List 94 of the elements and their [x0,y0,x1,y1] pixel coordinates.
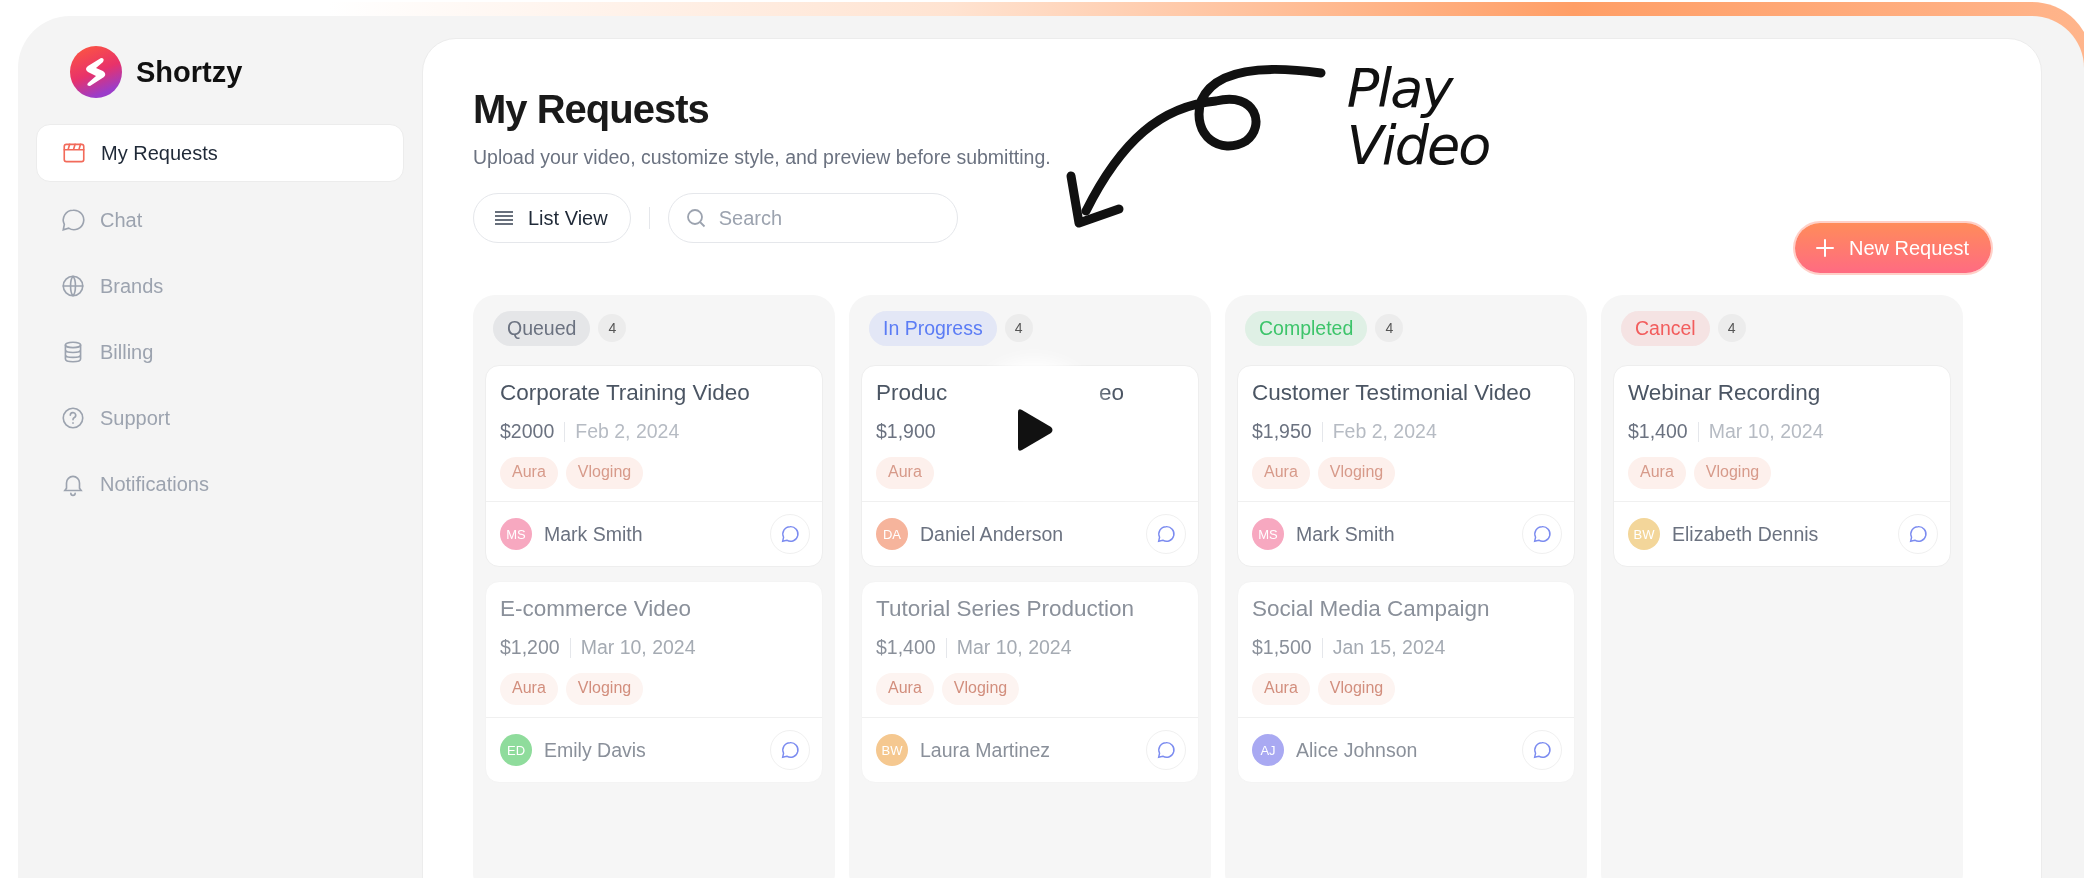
status-label: Queued [493,310,591,346]
comment-button[interactable] [770,514,810,554]
count-badge: 4 [1717,314,1746,342]
comment-button[interactable] [1146,730,1186,770]
avatar: MS [1252,518,1284,550]
price: $1,400 [876,636,936,659]
assignee-name: Laura Martinez [920,738,1052,762]
price: $2000 [500,420,555,443]
chat-icon [1155,739,1177,761]
card-title: Corporate Training Video [500,380,750,406]
avatar: ED [500,734,532,766]
brand-name: Shortzy [136,55,243,89]
assignee-name: Emily Davis [544,738,647,762]
price: $1,200 [500,636,560,659]
tag: Aura [876,457,934,489]
card-title: Webinar Recording [1628,380,1821,406]
list-view-button[interactable]: List View [473,193,631,243]
avatar: DA [876,518,908,550]
chat-icon [779,523,801,545]
request-card[interactable]: Social Media Campaign $1,500 Jan 15, 2024 Aura Vloging AJ Alice Johnson [1237,581,1575,783]
nav-item[interactable]: Billing [36,324,404,380]
tag: Vloging [1317,673,1396,705]
request-card[interactable]: E-commerce Video $1,200 Mar 10, 2024 Aura Vloging ED Emily Davis [485,581,823,783]
tag: Aura [1252,673,1310,705]
card-title: Customer Testimonial Video [1252,380,1532,406]
tag: Vloging [565,457,644,489]
request-card[interactable]: Corporate Training Video $2000 Feb 2, 2024 Aura Vloging MS Mark Smith [485,365,823,567]
tag: Vloging [1693,457,1772,489]
tag: Aura [1628,457,1686,489]
logo-icon [70,46,122,98]
count-badge: 4 [1004,314,1033,342]
card-title: E-commerce Video [500,596,691,622]
nav-item[interactable]: Chat [36,192,404,248]
chat-icon [1155,523,1177,545]
tag: Aura [500,457,558,489]
status-label: Cancel [1621,310,1710,346]
date: Jan 15, 2024 [1332,636,1446,659]
date: Mar 10, 2024 [956,636,1072,659]
chat-icon [1907,523,1929,545]
assignee-name: Elizabeth Dennis [1672,522,1820,546]
tag: Vloging [941,673,1020,705]
comment-button[interactable] [1898,514,1938,554]
tag: Aura [876,673,934,705]
date: Feb 2, 2024 [1332,420,1437,443]
price: $1,950 [1252,420,1312,443]
card-title: Social Media Campaign [1252,596,1490,622]
count-badge: 4 [598,314,627,342]
avatar: AJ [1252,734,1284,766]
comment-button[interactable] [1146,514,1186,554]
assignee-name: Daniel Anderson [920,522,1065,546]
card-title: eo [1098,380,1124,406]
price: $1,500 [1252,636,1312,659]
chat-icon [779,739,801,761]
request-card[interactable]: Produc eo $1,900 Aura DA Daniel Anderson [861,365,1199,567]
tag: Aura [1252,457,1310,489]
avatar: BW [876,734,908,766]
date: Mar 10, 2024 [1708,420,1824,443]
comment-button[interactable] [1522,514,1562,554]
nav-item[interactable]: Support [36,390,404,446]
chat-icon [1531,739,1553,761]
globe-icon [60,273,86,299]
nav-item[interactable]: My Requests [36,124,404,182]
assignee-name: Mark Smith [1296,522,1396,546]
card-title: Produc [876,380,948,406]
tag: Vloging [565,673,644,705]
date: Mar 10, 2024 [580,636,696,659]
comment-button[interactable] [770,730,810,770]
price: $1,400 [1628,420,1688,443]
help-icon [60,405,86,431]
count-badge: 4 [1375,314,1404,342]
card-title: Tutorial Series Production [876,596,1135,622]
date: Feb 2, 2024 [575,420,680,443]
nav-item[interactable]: Notifications [36,456,404,512]
page-title: My Requests [473,87,710,132]
search-field[interactable]: Search [667,193,958,243]
request-card[interactable]: Customer Testimonial Video $1,950 Feb 2, 2024 Aura Vloging MS Mark Smith [1237,365,1575,567]
avatar: MS [500,518,532,550]
assignee-name: Mark Smith [544,522,644,546]
avatar: BW [1628,518,1660,550]
page-subtitle: Upload your video, customize style, and preview before submitting. [473,146,1051,169]
price: $1,900 [876,420,936,443]
new-request-button[interactable]: New Request [1794,223,1991,273]
comment-button[interactable] [1522,730,1562,770]
status-label: In Progress [869,310,997,346]
assignee-name: Alice Johnson [1296,738,1419,762]
nav-item[interactable]: Brands [36,258,404,314]
request-card[interactable]: Tutorial Series Production $1,400 Mar 10, 2024 Aura Vloging BW Laura Martinez [861,581,1199,783]
annotation-text: Play Video [1346,61,1487,175]
request-card[interactable]: Webinar Recording $1,400 Mar 10, 2024 Aura Vloging BW Elizabeth Dennis [1613,365,1951,567]
tag: Vloging [1317,457,1396,489]
tag: Aura [500,673,558,705]
status-label: Completed [1245,310,1368,346]
chat-icon [1531,523,1553,545]
chat-icon [60,207,86,233]
